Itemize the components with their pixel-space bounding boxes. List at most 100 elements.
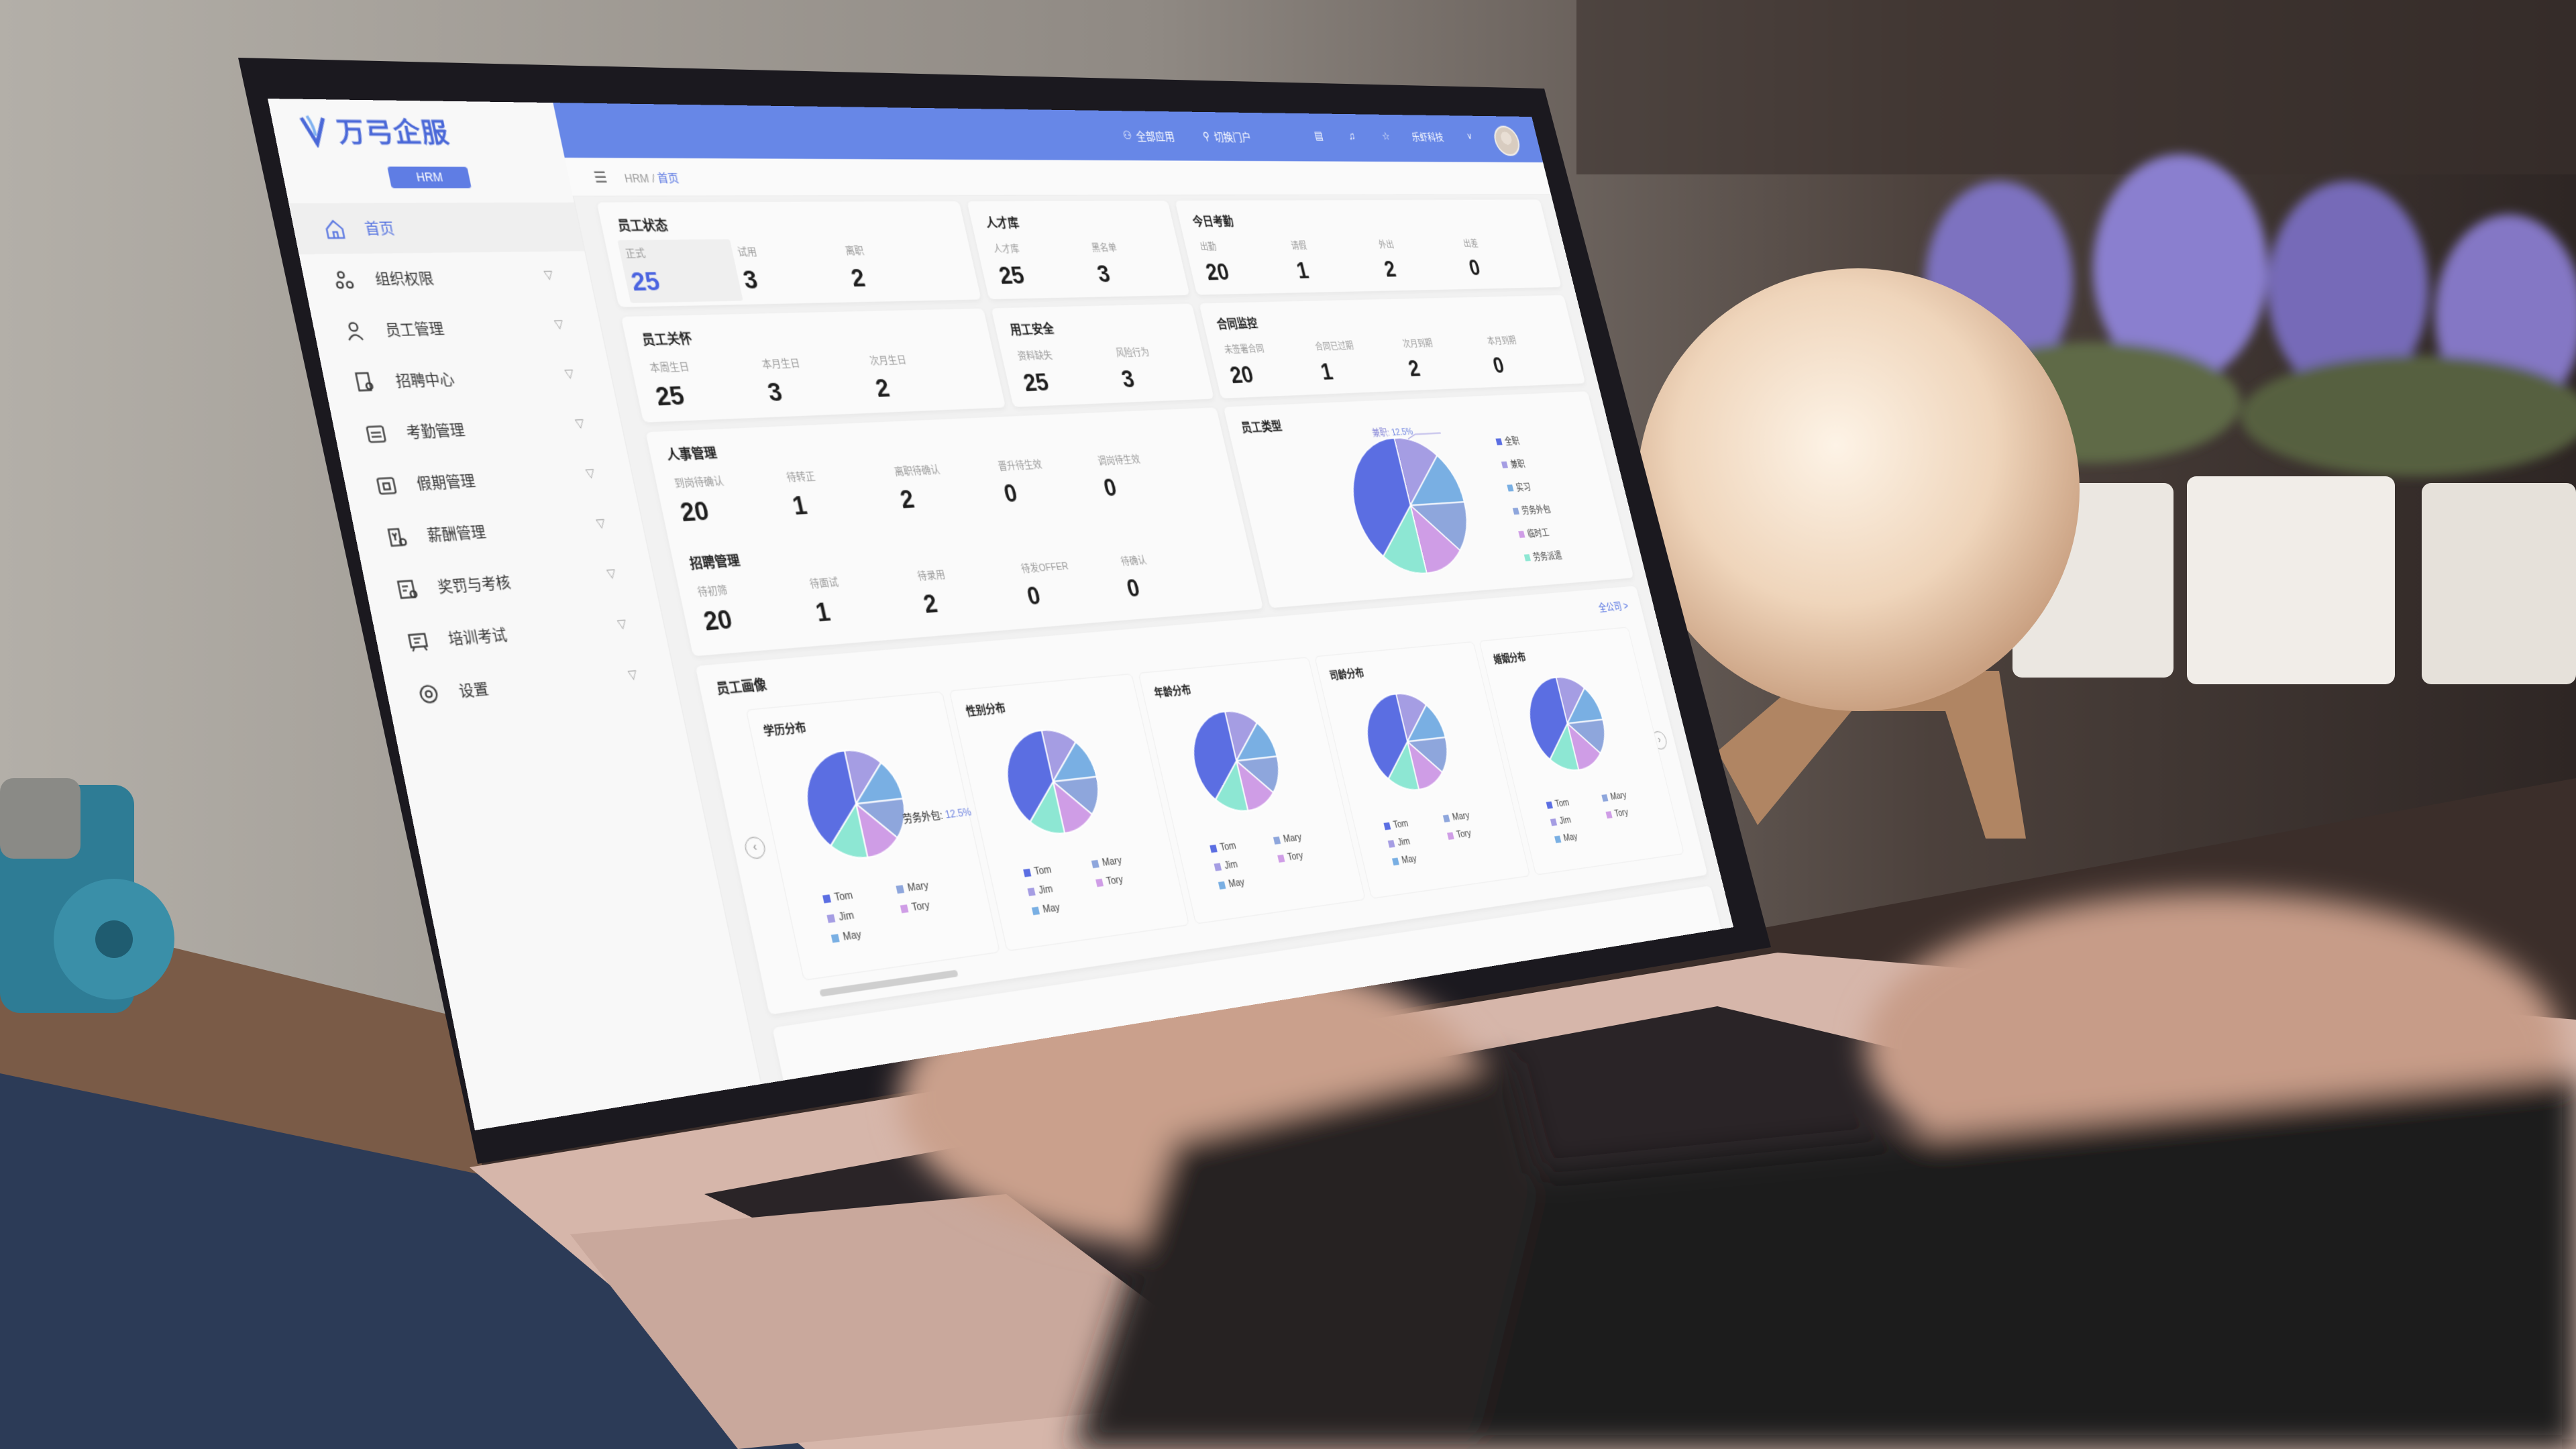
stat-item[interactable]: 离职 2	[838, 237, 955, 299]
stat-item[interactable]: 待初筛 20	[690, 571, 816, 643]
stat-item[interactable]: 调岗待生效 0	[1091, 444, 1201, 508]
stat-item[interactable]: 本月生日 3	[754, 348, 875, 413]
stat-label: 离职	[844, 246, 865, 258]
hrm-module-button[interactable]: HRM	[387, 166, 472, 189]
avatar[interactable]	[1491, 125, 1523, 156]
legend-item[interactable]: Tory	[1095, 869, 1164, 889]
legend-item[interactable]: Jim	[1214, 853, 1279, 873]
legend-item[interactable]: 劳务派遣	[1523, 549, 1564, 565]
legend-item[interactable]: May	[830, 923, 906, 945]
chevron-down-icon[interactable]: ▽	[543, 268, 554, 281]
stat-item[interactable]: 正式 25	[617, 239, 743, 303]
all-apps-label: 全部应用	[1134, 129, 1176, 143]
chevron-down-icon[interactable]: ▽	[627, 667, 639, 682]
whole-company-link[interactable]: 全公司 >	[1597, 598, 1629, 615]
sidebar-item-0[interactable]: 首页	[288, 202, 585, 255]
stat-item[interactable]: 合同已过期 1	[1308, 332, 1409, 390]
stat-item[interactable]: 试用 3	[730, 238, 851, 301]
stat-item[interactable]: 人才库 25	[986, 235, 1098, 295]
stat-item[interactable]: 待转正 1	[779, 459, 900, 527]
legend-item[interactable]: Tory	[1446, 824, 1507, 842]
sidebar-item-label: 薪酬管理	[425, 524, 488, 545]
legend-label: Tom	[1219, 840, 1238, 854]
chevron-down-icon[interactable]: ▽	[606, 566, 617, 580]
legend-swatch	[1214, 863, 1222, 871]
legend-item[interactable]: May	[1218, 871, 1283, 891]
legend-item[interactable]: Tory	[1277, 845, 1342, 864]
bell-icon[interactable]: ♫	[1347, 129, 1356, 142]
stat-item[interactable]: 次月到期 2	[1396, 330, 1494, 388]
legend-item[interactable]: Jim	[1550, 810, 1607, 828]
chevron-down-icon[interactable]: ∨	[1466, 131, 1473, 141]
legend-item[interactable]: Mary	[1442, 806, 1503, 824]
star-icon[interactable]: ☆	[1381, 130, 1391, 143]
chevron-down-icon[interactable]: ▽	[574, 416, 586, 430]
layout-icon[interactable]: ▤	[1313, 129, 1324, 143]
stat-value: 1	[1293, 257, 1311, 284]
stat-item[interactable]: 到岗待确认 20	[666, 465, 792, 535]
legend-item[interactable]: Mary	[1601, 786, 1658, 803]
stat-item[interactable]: 出勤 20	[1193, 234, 1297, 292]
legend-item[interactable]: Tom	[1383, 814, 1445, 832]
sidebar-item-1[interactable]: 组织权限 ▽	[299, 251, 595, 305]
legend-label: May	[1227, 877, 1246, 890]
legend-item[interactable]: Tom	[1023, 859, 1093, 879]
stat-item[interactable]: 本周生日 25	[642, 352, 768, 419]
legend-swatch	[1091, 859, 1099, 869]
chevron-down-icon[interactable]: ▽	[564, 366, 575, 380]
stat-item[interactable]: 外出 2	[1372, 232, 1470, 287]
legend-item[interactable]: Tom	[1210, 835, 1275, 855]
legend-item[interactable]: Jim	[1387, 831, 1449, 850]
legend-item[interactable]: 临时工	[1517, 525, 1558, 541]
stat-item[interactable]: 离职待确认 2	[887, 454, 1004, 521]
legend-item[interactable]: Jim	[1027, 877, 1097, 898]
stat-item[interactable]: 待录用 2	[910, 556, 1027, 625]
legend-item[interactable]: May	[1391, 849, 1453, 867]
callout-label: 兼职:	[1371, 427, 1393, 439]
legend-item[interactable]: Tory	[1605, 803, 1662, 820]
legend-item[interactable]: Tom	[1546, 793, 1603, 810]
company-name[interactable]: 乐虾科技	[1410, 130, 1445, 144]
legend-item[interactable]: Tom	[822, 884, 898, 906]
stat-label: 待初筛	[696, 585, 729, 600]
stat-item[interactable]: 出差 0	[1457, 231, 1552, 286]
stat-item[interactable]: 晋升待生效 0	[991, 449, 1104, 514]
legend-label: May	[842, 928, 863, 944]
stat-label: 调岗待生效	[1097, 454, 1142, 468]
stat-item[interactable]: 黑名单 3	[1085, 235, 1193, 293]
legend-item[interactable]: May	[1554, 827, 1611, 845]
legend-item[interactable]: Mary	[1091, 851, 1160, 871]
chevron-down-icon[interactable]: ▽	[553, 317, 565, 331]
logo[interactable]: 万弓企服	[296, 111, 453, 151]
stat-item[interactable]: 请假 1	[1284, 233, 1385, 289]
all-apps-button[interactable]: ⚇ 全部应用	[1121, 127, 1176, 144]
legend-item[interactable]: Mary	[1273, 828, 1337, 847]
stat-item[interactable]: 次月生日 2	[862, 345, 979, 409]
chevron-down-icon[interactable]: ▽	[616, 616, 628, 631]
breadcrumb-root[interactable]: HRM	[623, 172, 650, 186]
legend-item[interactable]: 全职	[1495, 433, 1535, 449]
legend-item[interactable]: Mary	[896, 875, 969, 896]
legend-item[interactable]: 劳务外包	[1512, 502, 1552, 518]
carousel-prev-button[interactable]: ‹	[743, 835, 767, 860]
legend-label: Jim	[1037, 883, 1054, 897]
switch-portal-button[interactable]: ⚲ 切换门户	[1201, 128, 1252, 144]
stat-item[interactable]: 资料缺失 25	[1010, 341, 1122, 403]
stat-item[interactable]: 本月到期 0	[1481, 327, 1576, 384]
legend-item[interactable]: 实习	[1506, 479, 1546, 494]
menu-collapse-icon[interactable]: ☰	[592, 168, 609, 187]
chevron-down-icon[interactable]: ▽	[595, 516, 606, 530]
stat-item[interactable]: 待面试 1	[802, 564, 923, 634]
sidebar-item-label: 首页	[363, 220, 396, 238]
stat-item[interactable]: 待确认 0	[1114, 543, 1224, 609]
chevron-down-icon[interactable]: ▽	[584, 466, 596, 480]
sidebar-item-2[interactable]: 员工管理 ▽	[309, 300, 605, 357]
legend-item[interactable]: May	[1031, 896, 1102, 917]
stat-item[interactable]: 待发OFFER 0	[1014, 549, 1127, 617]
legend-item[interactable]: 兼职	[1501, 456, 1541, 472]
stat-item[interactable]: 风险行为 3	[1109, 338, 1217, 399]
stat-label: 待面试	[808, 577, 840, 591]
stat-item[interactable]: 未签署合同 20	[1218, 335, 1322, 394]
legend-item[interactable]: Jim	[826, 904, 902, 925]
legend-item[interactable]: Tory	[900, 894, 973, 916]
